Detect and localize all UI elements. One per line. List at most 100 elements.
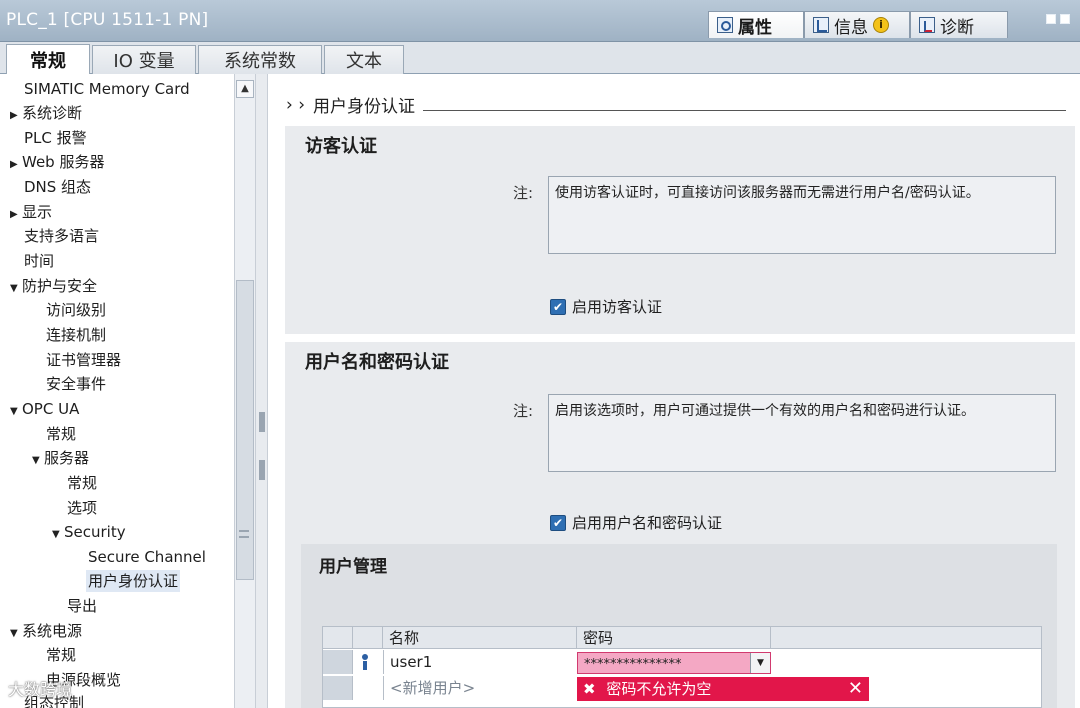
tab-diagnostics-label: 诊断 <box>940 17 974 38</box>
userpass-note-text: 启用该选项时，用户可通过提供一个有效的用户名和密码进行认证。 <box>548 394 1056 472</box>
col-header-name[interactable]: 名称 <box>383 627 577 649</box>
nav-item-secure-channel[interactable]: Secure Channel <box>88 546 206 568</box>
row-header[interactable] <box>323 676 353 700</box>
header-spacer <box>323 627 353 649</box>
collapse-right-icon[interactable] <box>259 460 265 480</box>
nav-item-export[interactable]: 导出 <box>67 595 97 617</box>
breadcrumb-title: 用户身份认证 <box>313 97 416 117</box>
caret-right-icon[interactable]: ▶ <box>10 105 22 127</box>
user-management-section: 用户管理 名称 密码 user1 *************** ▼ <新增用户… <box>301 544 1057 708</box>
close-icon[interactable]: ✕ <box>848 677 863 701</box>
property-navigation: SIMATIC Memory Card ▶ 系统诊断 PLC 报警 ▶ Web 服务… <box>0 74 236 708</box>
breadcrumb-arrows-icon: › › <box>286 94 306 115</box>
col-header-password[interactable]: 密码 <box>577 627 771 649</box>
guest-note-label: 注: <box>513 184 534 202</box>
nav-item-server-options[interactable]: 选项 <box>67 497 97 519</box>
caret-down-icon[interactable]: ▼ <box>10 623 22 645</box>
nav-scrollbar[interactable]: ▲ <box>234 74 256 708</box>
user-table-header: 名称 密码 <box>323 627 1041 649</box>
nav-item-opcua-general[interactable]: 常规 <box>46 423 76 445</box>
nav-item-opc-ua[interactable]: ▼ OPC UA <box>10 398 79 420</box>
nav-item-memory-card[interactable]: SIMATIC Memory Card <box>24 78 190 100</box>
userpass-note-label: 注: <box>513 402 534 420</box>
grip-icon <box>239 530 249 538</box>
user-name-cell[interactable]: user1 <box>383 650 577 674</box>
tab-info-label: 信息 <box>834 17 868 38</box>
password-error-text: 密码不允许为空 <box>606 680 712 698</box>
caret-down-icon[interactable]: ▼ <box>10 278 22 300</box>
guest-note-text: 使用访客认证时，可直接访问该服务器而无需进行用户名/密码认证。 <box>548 176 1056 254</box>
nav-item-web-server[interactable]: ▶ Web 服务器 <box>10 151 104 173</box>
properties-icon <box>717 17 733 33</box>
table-row[interactable]: user1 *************** ▼ <box>323 650 1041 674</box>
watermark: 大数跨境 <box>8 680 73 699</box>
dropdown-icon[interactable]: ▼ <box>750 653 770 673</box>
breadcrumb-divider <box>423 99 1066 111</box>
guest-auth-title: 访客认证 <box>305 136 377 157</box>
window-title: PLC_1 [CPU 1511-1 PN] <box>6 10 209 30</box>
guest-auth-checkbox[interactable]: ✔ 启用访客认证 <box>550 296 662 317</box>
property-tabs: 常规 IO 变量 系统常数 文本 <box>0 42 1080 75</box>
caret-right-icon[interactable]: ▶ <box>10 204 22 226</box>
nav-item-security[interactable]: ▼ Security <box>52 521 126 543</box>
properties-content: › › 用户身份认证 访客认证 注: 使用访客认证时，可直接访问该服务器而无需进… <box>268 74 1080 708</box>
nav-item-certificate-manager[interactable]: 证书管理器 <box>46 349 121 371</box>
caret-down-icon[interactable]: ▼ <box>10 401 22 423</box>
nav-item-system-diagnostics[interactable]: ▶ 系统诊断 <box>10 102 82 124</box>
tab-io-tags[interactable]: IO 变量 <box>92 45 196 74</box>
caret-right-icon[interactable]: ▶ <box>10 154 22 176</box>
caret-down-icon[interactable]: ▼ <box>32 450 44 472</box>
error-icon: ✖ <box>583 680 596 698</box>
nav-item-power-general[interactable]: 常规 <box>46 644 76 666</box>
guest-auth-checkbox-label: 启用访客认证 <box>572 298 663 316</box>
title-bar: PLC_1 [CPU 1511-1 PN] 属性 信息 i 诊断 <box>0 0 1080 42</box>
nav-item-connection-mechanisms[interactable]: 连接机制 <box>46 324 106 346</box>
breadcrumb: › › 用户身份认证 <box>286 92 1066 117</box>
nav-item-display[interactable]: ▶ 显示 <box>10 201 52 223</box>
nav-item-security-events[interactable]: 安全事件 <box>46 373 106 395</box>
checkbox-checked-icon[interactable]: ✔ <box>550 298 566 315</box>
nav-item-protection-security[interactable]: ▼ 防护与安全 <box>10 275 97 297</box>
tab-info[interactable]: 信息 i <box>804 11 910 38</box>
checkbox-checked-icon[interactable]: ✔ <box>550 514 566 531</box>
row-header[interactable] <box>323 650 353 674</box>
password-value: *************** <box>584 657 682 672</box>
user-management-title: 用户管理 <box>319 557 387 577</box>
info-badge-icon: i <box>873 17 889 33</box>
info-icon <box>813 17 829 33</box>
window-controls <box>1046 14 1070 24</box>
panel-splitter[interactable] <box>256 74 268 708</box>
tab-texts[interactable]: 文本 <box>324 45 404 74</box>
header-icon-col <box>353 627 383 649</box>
nav-item-system-power[interactable]: ▼ 系统电源 <box>10 620 82 642</box>
nav-item-multilingual[interactable]: 支持多语言 <box>24 225 99 247</box>
tab-general[interactable]: 常规 <box>6 44 90 75</box>
nav-item-dns[interactable]: DNS 组态 <box>24 176 91 198</box>
new-user-cell[interactable]: <新增用户> <box>383 676 577 700</box>
caret-down-icon[interactable]: ▼ <box>52 524 64 546</box>
userpass-auth-checkbox[interactable]: ✔ 启用用户名和密码认证 <box>550 512 722 533</box>
guest-auth-section: 访客认证 注: 使用访客认证时，可直接访问该服务器而无需进行用户名/密码认证。 … <box>285 126 1075 334</box>
nav-item-access-level[interactable]: 访问级别 <box>46 299 106 321</box>
nav-item-time[interactable]: 时间 <box>24 250 54 272</box>
user-icon <box>361 654 369 670</box>
tab-properties[interactable]: 属性 <box>708 11 804 38</box>
userpass-auth-title: 用户名和密码认证 <box>305 352 449 373</box>
tab-diagnostics[interactable]: 诊断 <box>910 11 1008 38</box>
scroll-up-icon[interactable]: ▲ <box>236 80 254 98</box>
userpass-auth-checkbox-label: 启用用户名和密码认证 <box>572 514 723 532</box>
maximize-icon[interactable] <box>1060 14 1070 24</box>
nav-item-plc-alarms[interactable]: PLC 报警 <box>24 127 87 149</box>
password-field[interactable]: *************** ▼ <box>577 652 771 674</box>
collapse-left-icon[interactable] <box>259 412 265 432</box>
nav-item-user-authentication[interactable]: 用户身份认证 <box>86 570 181 592</box>
restore-icon[interactable] <box>1046 14 1056 24</box>
password-error-tooltip: ✖ 密码不允许为空 ✕ <box>577 677 869 701</box>
userpass-auth-section: 用户名和密码认证 注: 启用该选项时，用户可通过提供一个有效的用户名和密码进行认… <box>285 342 1075 708</box>
nav-item-server[interactable]: ▼ 服务器 <box>32 447 89 469</box>
user-table: 名称 密码 user1 *************** ▼ <新增用户> ✖ 密… <box>322 626 1042 708</box>
diagnostics-icon <box>919 17 935 33</box>
nav-item-server-general[interactable]: 常规 <box>67 472 97 494</box>
tab-properties-label: 属性 <box>738 17 772 38</box>
tab-system-constants[interactable]: 系统常数 <box>198 45 322 74</box>
